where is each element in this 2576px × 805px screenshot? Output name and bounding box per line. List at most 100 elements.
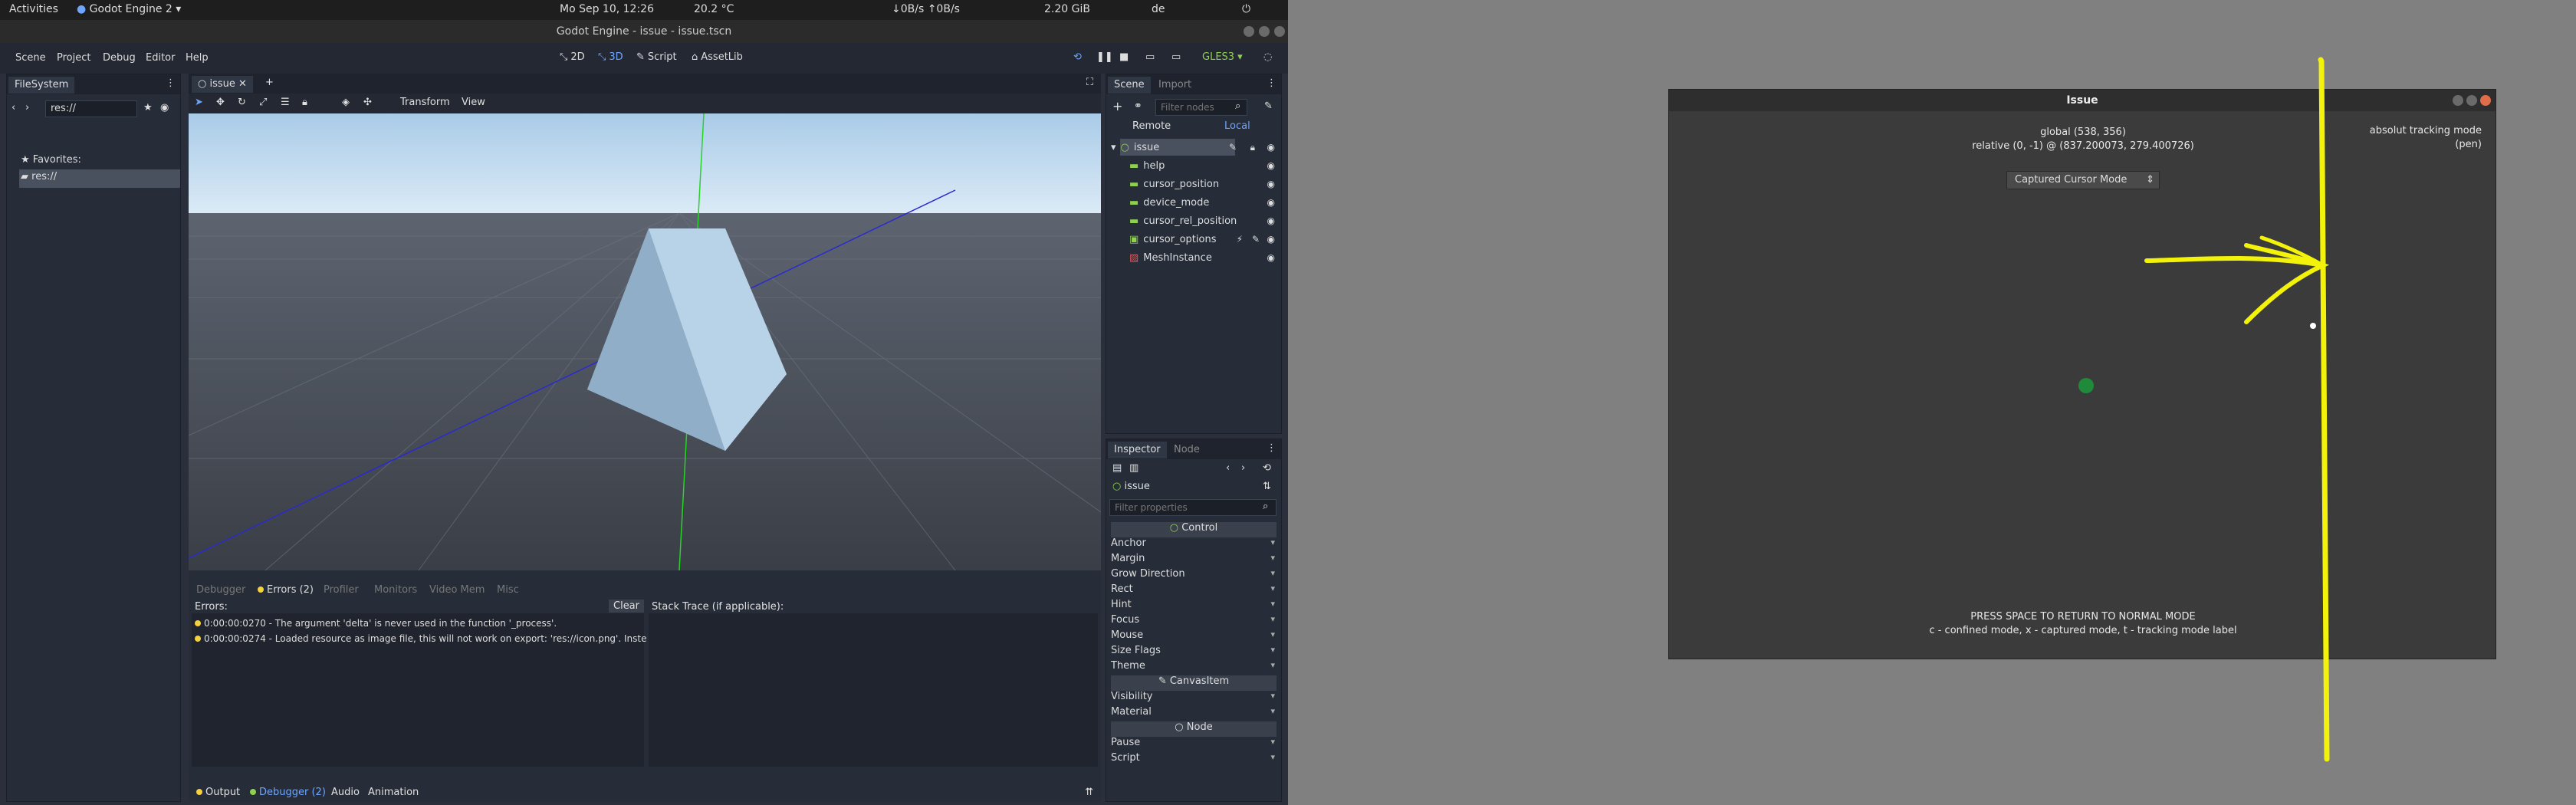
- history-forward-icon[interactable]: ›: [1241, 462, 1245, 474]
- prop-pause[interactable]: Pause ▾: [1111, 737, 1276, 752]
- tab-audio[interactable]: Audio: [331, 787, 360, 798]
- prop-mouse[interactable]: Mouse ▾: [1111, 629, 1276, 645]
- script-icon[interactable]: ✎: [1252, 234, 1260, 245]
- transform-menu[interactable]: Transform: [400, 97, 450, 108]
- tree-node-issue[interactable]: ▾ ○ issue: [1111, 139, 1159, 156]
- play-scene-icon[interactable]: ▭: [1145, 51, 1155, 63]
- dock-menu-icon[interactable]: ⋮: [1267, 77, 1276, 89]
- tab-filesystem[interactable]: FileSystem: [8, 77, 75, 94]
- maximize-button[interactable]: [1259, 26, 1270, 37]
- maximize-button[interactable]: [2466, 95, 2477, 106]
- visibility-eye-icon[interactable]: ◉: [1267, 252, 1275, 263]
- move-tool-icon[interactable]: ✥: [216, 97, 225, 108]
- scale-tool-icon[interactable]: ⤢: [259, 97, 267, 108]
- tree-node-device-mode[interactable]: ▬ device_mode: [1129, 194, 1209, 211]
- tab-inspector[interactable]: Inspector: [1108, 442, 1167, 458]
- pause-icon[interactable]: ❚❚: [1096, 51, 1113, 63]
- add-tab-icon[interactable]: +: [265, 77, 274, 88]
- tree-node-cursor-position[interactable]: ▬ cursor_position: [1129, 176, 1219, 192]
- local-button[interactable]: Local: [1224, 120, 1250, 132]
- lock-icon[interactable]: 🔒︎: [302, 97, 307, 108]
- minimize-button[interactable]: [1244, 26, 1254, 37]
- list-item[interactable]: 0:00:00:0270 - The argument 'delta' is n…: [195, 618, 557, 629]
- tab-node[interactable]: Node: [1168, 442, 1206, 458]
- tab-animation[interactable]: Animation: [368, 787, 419, 798]
- visibility-eye-icon[interactable]: ◉: [1267, 142, 1275, 153]
- prop-rect[interactable]: Rect ▾: [1111, 583, 1276, 599]
- prop-script[interactable]: Script ▾: [1111, 752, 1276, 767]
- prop-material[interactable]: Material ▾: [1111, 706, 1276, 721]
- workspace-script-button[interactable]: ✎ Script: [636, 51, 677, 63]
- keyboard-layout[interactable]: de: [1152, 3, 1165, 15]
- clear-button[interactable]: Clear: [609, 600, 644, 613]
- view-menu[interactable]: View: [462, 97, 485, 108]
- load-resource-icon[interactable]: ▥: [1129, 462, 1138, 474]
- section-node[interactable]: ○ Node: [1111, 721, 1276, 737]
- workspace-2d-button[interactable]: ⤡ 2D: [560, 51, 585, 63]
- close-tab-icon[interactable]: ✕: [238, 78, 247, 90]
- tree-node-help[interactable]: ▬ help: [1129, 157, 1165, 174]
- menu-project[interactable]: Project: [57, 52, 90, 64]
- prop-hint[interactable]: Hint ▾: [1111, 599, 1276, 614]
- close-window-button[interactable]: [2480, 95, 2491, 106]
- prop-margin[interactable]: Margin ▾: [1111, 553, 1276, 568]
- tree-node-cursor-options[interactable]: ▣ cursor_options: [1129, 231, 1216, 248]
- stop-icon[interactable]: ■: [1119, 51, 1129, 63]
- tab-scene[interactable]: Scene: [1108, 77, 1151, 94]
- forward-icon[interactable]: ›: [25, 102, 29, 113]
- tab-import[interactable]: Import: [1152, 77, 1198, 94]
- remote-button[interactable]: Remote: [1132, 120, 1171, 132]
- instance-scene-icon[interactable]: ⚭: [1134, 100, 1142, 112]
- tab-monitors[interactable]: Monitors: [374, 584, 417, 596]
- play-icon[interactable]: ⟲: [1073, 51, 1082, 63]
- split-view-icon[interactable]: ◉: [160, 102, 169, 113]
- stack-trace-panel[interactable]: [649, 613, 1098, 767]
- prop-size-flags[interactable]: Size Flags ▾: [1111, 645, 1276, 660]
- prop-grow-direction[interactable]: Grow Direction ▾: [1111, 568, 1276, 583]
- inspected-object[interactable]: ○ issue: [1112, 481, 1150, 492]
- visibility-eye-icon[interactable]: ◉: [1267, 234, 1275, 245]
- rotate-tool-icon[interactable]: ↻: [238, 97, 246, 108]
- filter-nodes-input[interactable]: [1155, 99, 1247, 116]
- favorites-row[interactable]: ★ Favorites:: [21, 154, 81, 166]
- tab-misc[interactable]: Misc: [497, 584, 519, 596]
- tab-debugger[interactable]: Debugger: [196, 584, 245, 596]
- collapse-icon[interactable]: ▾: [1111, 142, 1116, 153]
- visibility-eye-icon[interactable]: ◉: [1267, 197, 1275, 208]
- prop-theme[interactable]: Theme ▾: [1111, 660, 1276, 675]
- tab-errors[interactable]: Errors (2): [258, 584, 314, 596]
- tree-node-cursor-rel-position[interactable]: ▬ cursor_rel_position: [1129, 212, 1237, 229]
- 3d-viewport[interactable]: [189, 113, 1101, 570]
- prop-visibility[interactable]: Visibility ▾: [1111, 691, 1276, 706]
- workspace-3d-button[interactable]: ⤡ 3D: [598, 51, 623, 63]
- lock-icon[interactable]: 🔒︎: [1250, 142, 1255, 153]
- app-menu[interactable]: ● Godot Engine 2 ▾: [77, 3, 181, 15]
- script-icon[interactable]: ✎: [1229, 142, 1237, 153]
- minimize-button[interactable]: [2453, 95, 2463, 106]
- visibility-eye-icon[interactable]: ◉: [1267, 179, 1275, 189]
- script-attach-icon[interactable]: ✎: [1264, 100, 1273, 112]
- folder-res-row[interactable]: ▰ res://: [21, 171, 57, 182]
- renderer-select[interactable]: GLES3 ▾: [1202, 51, 1243, 63]
- power-icon[interactable]: ⏻: [1242, 3, 1250, 15]
- distraction-free-icon[interactable]: ⛶: [1086, 77, 1093, 88]
- close-window-button[interactable]: [1274, 26, 1285, 37]
- favorite-star-icon[interactable]: ★: [143, 102, 153, 113]
- tab-output[interactable]: Output: [196, 787, 240, 798]
- visibility-eye-icon[interactable]: ◉: [1267, 160, 1275, 171]
- back-icon[interactable]: ‹: [12, 102, 15, 113]
- dock-menu-icon[interactable]: ⋮: [166, 77, 176, 89]
- dock-menu-icon[interactable]: ⋮: [1267, 442, 1276, 454]
- filter-properties-input[interactable]: [1109, 499, 1276, 516]
- prop-focus[interactable]: Focus ▾: [1111, 614, 1276, 629]
- tree-node-meshinstance[interactable]: ▨ MeshInstance: [1129, 249, 1212, 266]
- filesystem-path-input[interactable]: res://: [45, 100, 137, 117]
- tab-debugger-footer[interactable]: Debugger (2): [250, 787, 326, 798]
- clock[interactable]: Mo Sep 10, 12:26: [560, 3, 654, 15]
- visibility-eye-icon[interactable]: ◉: [1267, 215, 1275, 226]
- weather[interactable]: 20.2 °C: [694, 3, 734, 15]
- section-canvasitem[interactable]: ✎ CanvasItem: [1111, 675, 1276, 691]
- expand-panel-icon[interactable]: ⇈: [1085, 787, 1093, 798]
- list-tool-icon[interactable]: ☰: [281, 97, 290, 108]
- play-custom-scene-icon[interactable]: ▭: [1171, 51, 1181, 63]
